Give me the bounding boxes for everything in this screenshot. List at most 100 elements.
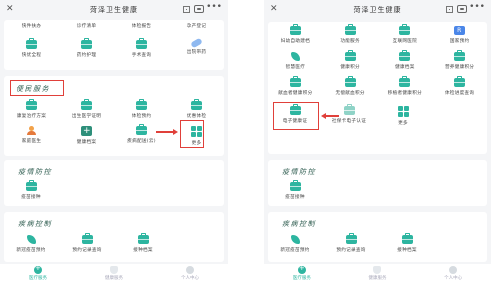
service-label: 健康档案 [76, 140, 97, 145]
pill-icon [190, 37, 203, 49]
service-item[interactable]: 出院带药 [173, 37, 221, 58]
capsule-icon[interactable] [194, 5, 204, 13]
service-label: 体检预约 [131, 114, 152, 119]
medical-kit-icon [81, 38, 92, 49]
disease-control-card: 疾病控制 新冠疫苗预约 预约记录查询 接种档案 [4, 212, 224, 262]
doctor-icon [26, 126, 37, 135]
annotation-box-convenience-title [10, 80, 64, 96]
more-icon[interactable]: ••• [469, 2, 485, 12]
qr-icon[interactable] [446, 6, 453, 13]
service-item[interactable]: 孕产登记 [173, 20, 221, 29]
medical-kit-icon [289, 24, 301, 35]
service-item[interactable]: 献血者健康积分 [271, 76, 319, 96]
more-icon[interactable]: ••• [206, 2, 222, 12]
app-title: 菏泽卫生健康 [353, 6, 402, 14]
qr-icon[interactable] [183, 6, 190, 13]
nav-health-service[interactable]: 健康服务 [352, 264, 402, 281]
section-title-disease: 疾病控制 [18, 220, 52, 228]
service-item[interactable]: 体检报告 [118, 20, 166, 29]
service-item[interactable]: 体检预约 [118, 99, 166, 119]
service-label: 新冠疫苗预约 [280, 248, 310, 253]
service-item[interactable]: 健康档案 [381, 50, 429, 70]
service-item[interactable]: 健康积分 [326, 50, 374, 70]
medical-kit-icon [191, 99, 202, 110]
service-label: 接种档案 [397, 248, 417, 253]
service-item[interactable]: 功能服务 [326, 24, 374, 44]
service-item[interactable]: 互联网医院 [381, 24, 429, 44]
id-card-icon [343, 104, 355, 115]
medical-kit-icon [399, 24, 411, 35]
section-title-epidemic: 疫情防控 [282, 168, 316, 176]
service-item[interactable]: 智慧医疗 [271, 52, 319, 70]
service-label: 国家预约 [449, 39, 470, 44]
service-label: 快优全程 [21, 53, 42, 58]
service-item[interactable]: 接种档案 [119, 233, 167, 253]
disease-control-card: 疾病控制 新冠疫苗预约 预约记录查询 接种档案 [268, 212, 487, 262]
service-item[interactable]: 营养健康积分 [436, 50, 484, 70]
service-item[interactable]: 疫苗接种 [7, 180, 55, 200]
service-item[interactable]: 接种档案 [383, 233, 431, 253]
service-item[interactable]: 国家预约 [436, 26, 484, 44]
epidemic-card: 疫情防控 疫苗接种 [268, 160, 487, 206]
medical-kit-icon [345, 233, 357, 244]
service-label: 妇幼自助建档 [280, 39, 311, 44]
service-item[interactable]: 新冠疫苗预约 [271, 235, 319, 253]
service-item[interactable]: 预约记录查询 [63, 233, 111, 253]
medical-cross-icon [297, 264, 306, 274]
service-item[interactable]: 更多 [379, 106, 427, 126]
close-icon[interactable]: ✕ [6, 4, 15, 14]
medical-kit-icon [137, 233, 149, 244]
service-label: 优惠体检 [186, 114, 207, 119]
service-item[interactable]: 健康档案 [63, 126, 111, 146]
service-item[interactable]: 妇幼自助建档 [271, 24, 319, 44]
service-label: 体检报告 [131, 24, 152, 29]
all-services-card: 妇幼自助建档 功能服务 互联网医院 国家预约 智慧医疗 健康积分 健康档案 营养… [268, 22, 487, 154]
annotation-box-more [180, 120, 204, 148]
service-item[interactable]: 手术查询 [118, 38, 166, 58]
medical-kit-icon [399, 76, 411, 87]
close-icon[interactable]: ✕ [270, 4, 279, 14]
capsule-icon[interactable] [457, 5, 467, 13]
service-label: 预约记录查询 [336, 248, 366, 253]
service-item[interactable]: 家庭医生 [8, 126, 56, 146]
service-label: 无偿献血积分 [335, 91, 365, 96]
service-label: 疫苗接种 [21, 195, 41, 200]
service-item[interactable]: 出生医学证明 [63, 99, 111, 119]
medical-kit-icon [136, 124, 147, 135]
service-item[interactable]: 新冠疫苗预约 [7, 235, 55, 253]
medical-kit-icon [289, 76, 301, 87]
service-item[interactable]: 优惠体检 [173, 99, 221, 119]
nav-medical-service[interactable]: 医疗服务 [277, 264, 327, 281]
smart-medical-icon [290, 52, 301, 61]
service-item[interactable]: 疫苗接种 [271, 180, 319, 200]
section-title-epidemic: 疫情防控 [18, 168, 52, 176]
nav-personal-center[interactable]: 个人中心 [428, 264, 478, 281]
service-item[interactable]: 快优全程 [8, 38, 56, 58]
annotation-box-health-cert [273, 102, 319, 130]
service-label: 智慧医疗 [285, 65, 306, 70]
service-item[interactable]: 无偿献血积分 [326, 76, 374, 96]
convenience-card: 便民服务 康复治疗方案 出生医学证明 体检预约 优惠体检 家庭医生 健康档案 疾… [4, 76, 224, 156]
right-screen: ✕ 菏泽卫生健康 ••• 妇幼自助建档 功能服务 互联网医院 国家预约 智慧医疗… [264, 0, 491, 284]
service-item[interactable]: 疾病配送(云) [118, 124, 166, 146]
medical-kit-icon [25, 180, 37, 191]
service-item[interactable]: 药约护理 [63, 38, 111, 58]
service-label: 诊疗清单 [76, 24, 97, 29]
epidemic-card: 疫情防控 疫苗接种 [4, 160, 224, 206]
nav-personal-center[interactable]: 个人中心 [165, 264, 215, 281]
service-label: 社保卡电子认证 [331, 119, 367, 124]
service-item[interactable]: 体检进度查询 [436, 76, 484, 96]
heart-icon [110, 266, 118, 274]
app-title: 菏泽卫生健康 [90, 6, 138, 14]
nav-label: 健康服务 [105, 276, 123, 281]
nav-medical-service[interactable]: 医疗服务 [13, 264, 63, 281]
service-item[interactable]: 诊疗清单 [63, 20, 111, 29]
top-bar: ✕ 菏泽卫生健康 ••• [0, 0, 228, 20]
nav-health-service[interactable]: 健康服务 [89, 264, 139, 281]
service-item[interactable]: 康复治疗方案 [8, 99, 56, 119]
service-label: 出院带药 [186, 50, 207, 55]
medical-kit-icon [401, 233, 413, 244]
service-item[interactable]: 快件扶办 [8, 20, 56, 29]
service-item[interactable]: 移植者健康积分 [381, 76, 429, 96]
service-item[interactable]: 预约记录查询 [327, 233, 375, 253]
